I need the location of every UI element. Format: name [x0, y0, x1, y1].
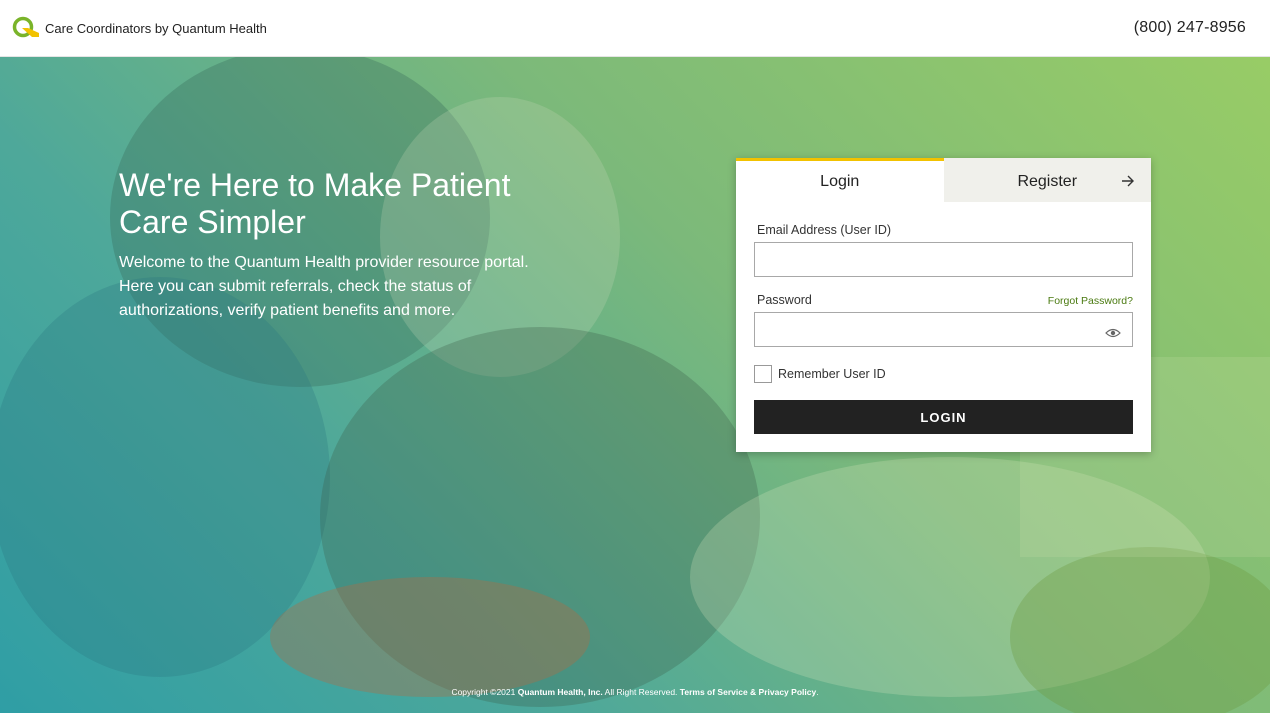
tab-register-label: Register [1017, 172, 1078, 190]
footer-copyright: Copyright ©2021 [451, 687, 516, 697]
footer-rights: All Right Reserved. [604, 687, 678, 697]
email-field[interactable] [754, 242, 1133, 277]
hero-subtext: Welcome to the Quantum Health provider r… [119, 254, 529, 319]
arrow-right-icon [1122, 175, 1134, 187]
brand[interactable]: Care Coordinators by Quantum Health [12, 16, 267, 40]
footer-company: Quantum Health, Inc. [517, 687, 603, 697]
eye-icon[interactable] [1105, 328, 1121, 338]
email-label: Email Address (User ID) [757, 223, 892, 237]
password-label: Password [757, 293, 812, 307]
forgot-password-link[interactable]: Forgot Password? [1048, 295, 1133, 307]
login-card: Login Register Email Address (User ID) P… [736, 158, 1151, 452]
auth-tabs: Login Register [736, 158, 1151, 202]
remember-label: Remember User ID [778, 367, 886, 381]
password-label-row: Password Forgot Password? [757, 293, 1133, 307]
password-field[interactable] [754, 312, 1133, 347]
footer-terms-link[interactable]: Terms of Service & Privacy Policy [680, 687, 816, 697]
phone-number[interactable]: (800) 247-8956 [1134, 19, 1246, 37]
login-form: Email Address (User ID) Password Forgot … [736, 223, 1151, 434]
tab-register[interactable]: Register [943, 158, 1151, 202]
tab-login[interactable]: Login [736, 158, 944, 202]
tab-login-label: Login [820, 172, 860, 190]
hero-section: We're Here to Make Patient Care Simpler … [0, 57, 1270, 713]
footer: Copyright ©2021 Quantum Health, Inc. All… [0, 687, 1270, 697]
remember-checkbox[interactable] [754, 365, 772, 383]
footer-end: . [816, 687, 819, 697]
brand-name: Care Coordinators by Quantum Health [45, 20, 267, 36]
password-wrapper [754, 312, 1133, 347]
quantum-health-logo [12, 16, 39, 38]
top-header: Care Coordinators by Quantum Health (800… [0, 0, 1270, 57]
hero-headline: We're Here to Make Patient Care Simpler [119, 167, 511, 240]
remember-row: Remember User ID [754, 365, 1133, 383]
login-button[interactable]: LOGIN [754, 400, 1133, 434]
